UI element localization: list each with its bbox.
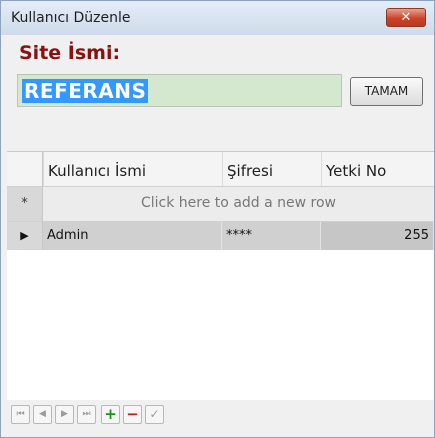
column-header-password[interactable]: Şifresi bbox=[222, 152, 321, 186]
last-icon: ⏭ bbox=[82, 409, 91, 419]
new-row[interactable]: * Click here to add a new row bbox=[7, 187, 434, 222]
prev-icon: ◀ bbox=[39, 409, 46, 419]
delete-record-button[interactable]: − bbox=[123, 405, 142, 424]
edit-user-window: Kullanıcı Düzenle ✕ Site İsmi: REFERANS … bbox=[0, 0, 435, 438]
column-header-username[interactable]: Kullanıcı İsmi bbox=[43, 152, 222, 186]
first-icon: ⏮ bbox=[16, 409, 25, 419]
plus-icon: + bbox=[104, 405, 117, 423]
cell-permission[interactable]: 255 bbox=[321, 222, 434, 250]
table-row[interactable]: ▶ Admin **** 255 bbox=[7, 222, 434, 250]
column-header-permission[interactable]: Yetki No bbox=[321, 152, 434, 186]
grid-header: Kullanıcı İsmi Şifresi Yetki No bbox=[7, 152, 434, 187]
close-icon: ✕ bbox=[400, 10, 412, 25]
add-record-button[interactable]: + bbox=[101, 405, 120, 424]
title-bar: Kullanıcı Düzenle ✕ bbox=[1, 1, 434, 35]
site-name-input[interactable]: REFERANS bbox=[17, 74, 342, 107]
next-icon: ▶ bbox=[61, 409, 68, 419]
record-navigator: ⏮ ◀ ▶ ⏭ + − ✓ bbox=[7, 403, 434, 429]
close-button[interactable]: ✕ bbox=[386, 8, 426, 27]
new-row-text: Click here to add a new row bbox=[141, 195, 336, 211]
site-name-label: Site İsmi: bbox=[19, 42, 121, 64]
next-record-button[interactable]: ▶ bbox=[55, 405, 74, 424]
minus-icon: − bbox=[126, 405, 139, 423]
cell-username[interactable]: Admin bbox=[43, 222, 222, 250]
row-indicator-arrow: ▶ bbox=[7, 222, 43, 250]
last-record-button[interactable]: ⏭ bbox=[77, 405, 96, 424]
first-record-button[interactable]: ⏮ bbox=[11, 405, 30, 424]
new-row-indicator: * bbox=[7, 187, 43, 221]
cell-password[interactable]: **** bbox=[222, 222, 321, 250]
window-title: Kullanıcı Düzenle bbox=[11, 10, 131, 26]
users-grid[interactable]: Kullanıcı İsmi Şifresi Yetki No * Click … bbox=[7, 151, 434, 400]
site-name-value: REFERANS bbox=[22, 79, 149, 103]
ok-button[interactable]: TAMAM bbox=[350, 77, 423, 106]
header-corner bbox=[7, 152, 43, 186]
apply-record-button[interactable]: ✓ bbox=[145, 405, 164, 424]
check-icon: ✓ bbox=[149, 407, 160, 421]
prev-record-button[interactable]: ◀ bbox=[33, 405, 52, 424]
